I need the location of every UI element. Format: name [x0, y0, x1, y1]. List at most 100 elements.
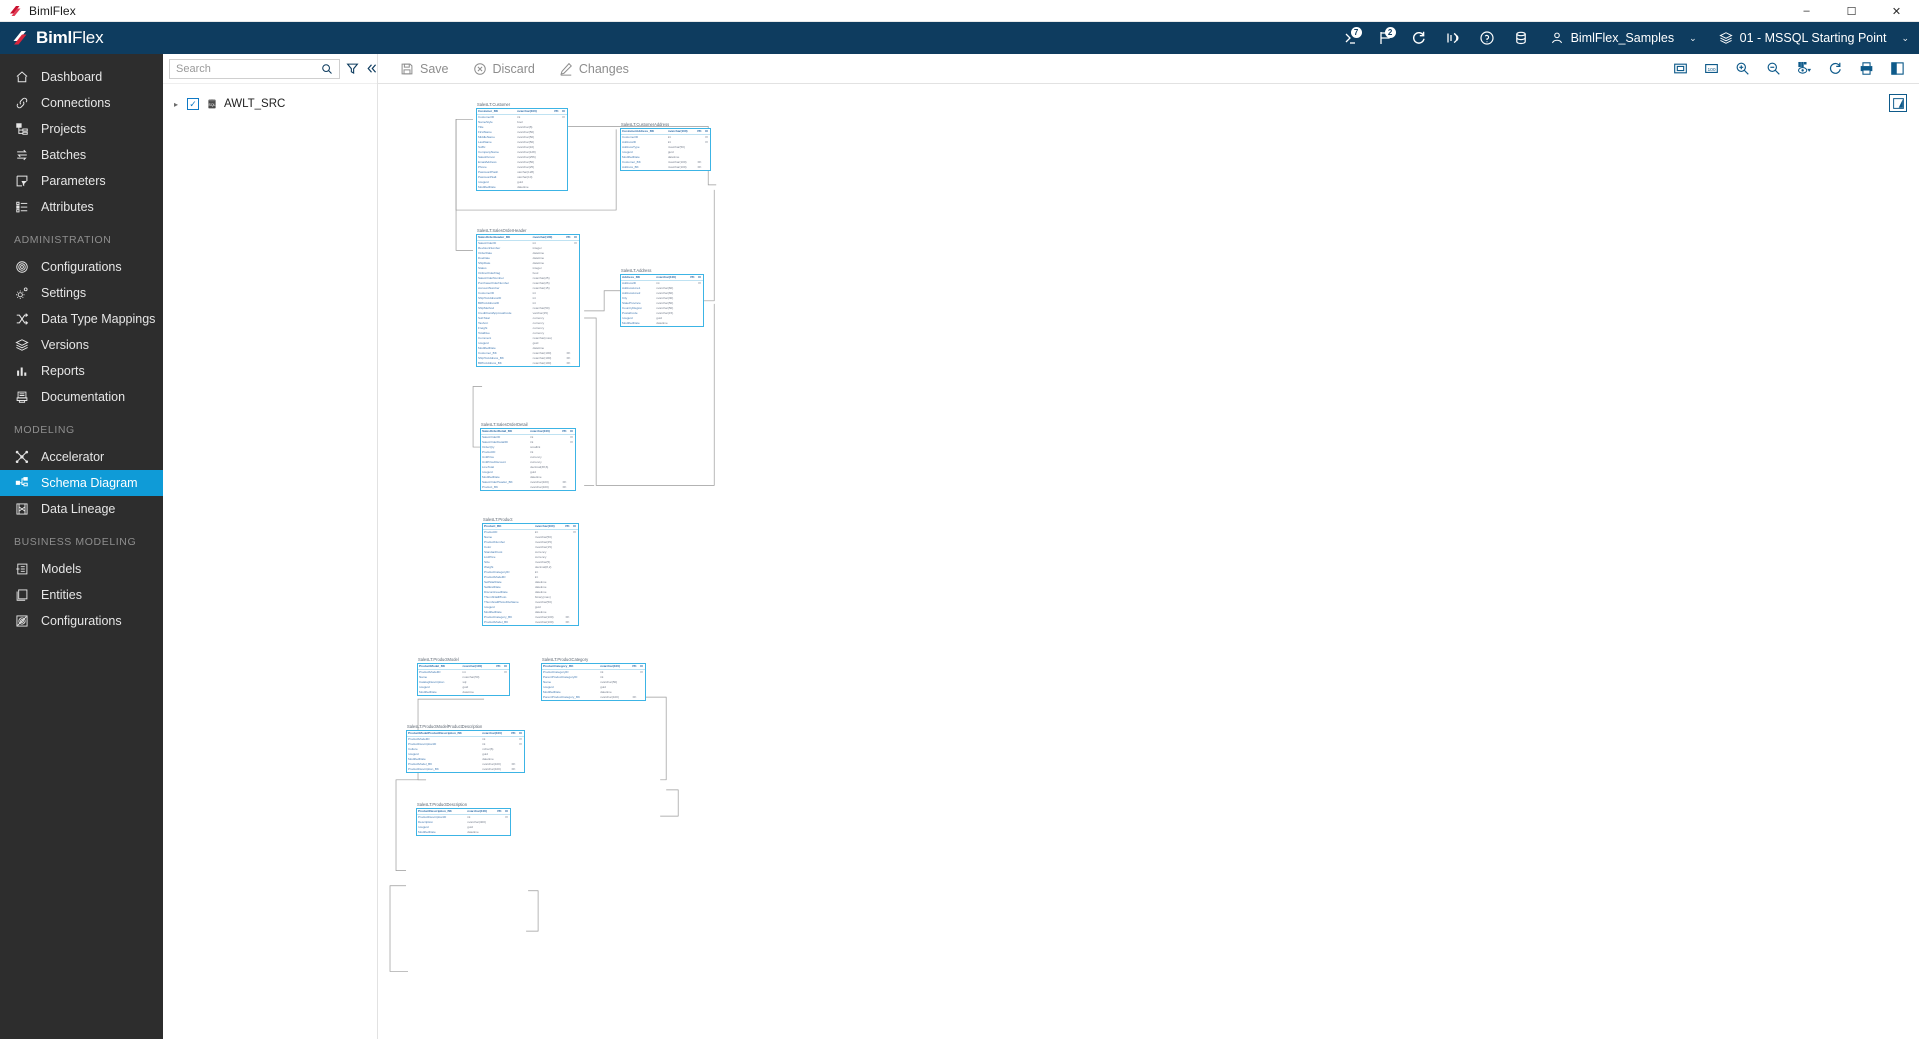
sidebar-item-dashboard[interactable]: Dashboard	[0, 64, 163, 90]
sidebar-item-data-type-mappings[interactable]: Data Type Mappings	[0, 306, 163, 332]
parameters-icon	[14, 174, 29, 189]
entity-box[interactable]: SalesOrderHeader_BK nvarchar(100) PK IX Sale…	[476, 234, 580, 367]
activity-icon[interactable]	[1436, 22, 1470, 54]
window-title-bar: BimlFlex – ☐ ✕	[0, 0, 1919, 22]
entity-box[interactable]: CustomerAddress_BK nvarchar(100) PK IX Custo…	[620, 128, 711, 171]
refresh-diagram-icon[interactable]	[1820, 56, 1851, 82]
app-logo-small-icon	[8, 4, 22, 18]
search-box[interactable]	[169, 58, 340, 79]
node-checkbox[interactable]: ✓	[187, 98, 199, 110]
batches-icon	[14, 148, 29, 163]
diagram-connectors	[389, 118, 717, 972]
minimize-button[interactable]: –	[1784, 0, 1829, 22]
column-type: nvarchar(100)	[530, 485, 549, 489]
database-icon[interactable]	[1504, 22, 1538, 54]
entity-box[interactable]: ProductDescription_BK nvarchar(100) PK IX Pr…	[416, 808, 511, 836]
column-type: nvarchar(100)	[534, 620, 554, 624]
display-options-icon[interactable]	[1789, 56, 1820, 82]
column-key	[496, 830, 503, 835]
entity-box[interactable]: Address_BK nvarchar(100) PK IX AddressID int I…	[620, 274, 704, 327]
discard-button[interactable]: Discard	[461, 56, 547, 82]
layers-icon	[14, 338, 29, 353]
changes-button[interactable]: Changes	[547, 56, 641, 82]
search-icon[interactable]	[318, 59, 335, 79]
explorer-tree: ▸ ✓ SQL AWLT_SRC	[163, 84, 377, 114]
zoom-in-icon[interactable]	[1727, 56, 1758, 82]
column-index	[560, 185, 567, 190]
column-index	[503, 830, 510, 835]
column-type: datetime	[517, 185, 529, 189]
zoom-out-icon[interactable]	[1758, 56, 1789, 82]
maximize-button[interactable]: ☐	[1829, 0, 1874, 22]
sidebar-item-data-lineage[interactable]: Data Lineage	[0, 496, 163, 522]
diagram-tools: 100	[1665, 56, 1919, 82]
sidebar-item-models[interactable]: Models	[0, 556, 163, 582]
sidebar-item-versions[interactable]: Versions	[0, 332, 163, 358]
collapse-all-icon[interactable]	[365, 59, 378, 79]
sidebar-item-bm-configurations[interactable]: Configurations	[0, 608, 163, 634]
column-key: FK	[511, 767, 516, 771]
sidebar-item-accelerator[interactable]: Accelerator	[0, 444, 163, 470]
sidebar-item-parameters[interactable]: Parameters	[0, 168, 163, 194]
svg-text:SQL: SQL	[208, 103, 215, 107]
entity-title: SalesLT.ProductCategory	[542, 657, 589, 662]
sidebar-item-label: Batches	[41, 148, 87, 162]
sidebar-item-label: Versions	[41, 338, 89, 352]
sidebar-item-settings[interactable]: Settings	[0, 280, 163, 306]
entity-box[interactable]: ProductModelProductDescription_BK nvarcha…	[406, 730, 525, 773]
column-name: ProductDescription_BK	[408, 767, 439, 771]
window-title: BimlFlex	[29, 3, 76, 18]
entity-box[interactable]: Product_BK nvarchar(100) PK IX ProductID int I…	[482, 523, 579, 626]
sidebar-item-batches[interactable]: Batches	[0, 142, 163, 168]
sidebar-item-label: Documentation	[41, 390, 126, 404]
tree-node-awlt-src[interactable]: ▸ ✓ SQL AWLT_SRC	[163, 94, 377, 114]
sidebar-item-attributes[interactable]: Attributes	[0, 194, 163, 220]
sidebar-item-configurations[interactable]: Configurations	[0, 254, 163, 280]
project-selector[interactable]: 01 - MSSQL Starting Point ⌄	[1707, 22, 1919, 54]
filter-icon[interactable]	[346, 59, 359, 79]
help-icon[interactable]	[1470, 22, 1504, 54]
sidebar-item-reports[interactable]: Reports	[0, 358, 163, 384]
sidebar-item-projects[interactable]: Projects	[0, 116, 163, 142]
sidebar-item-label: Accelerator	[41, 450, 105, 464]
sidebar-item-label: Reports	[41, 364, 85, 378]
diagram-canvas[interactable]: SalesLT.Customer Customer_BK nvarchar(100)…	[378, 84, 1919, 1039]
console-icon[interactable]: 7	[1334, 22, 1368, 54]
toggle-panel-icon[interactable]	[1882, 56, 1913, 82]
actual-size-icon[interactable]: 100	[1696, 56, 1727, 82]
sidebar-item-entities[interactable]: Entities	[0, 582, 163, 608]
sql-database-icon: SQL	[205, 98, 218, 111]
save-button[interactable]: Save	[388, 56, 461, 82]
fit-to-window-icon[interactable]	[1665, 56, 1696, 82]
flag-badge: 2	[1384, 27, 1396, 38]
documentation-icon	[14, 390, 29, 405]
sidebar-item-connections[interactable]: Connections	[0, 90, 163, 116]
close-button[interactable]: ✕	[1874, 0, 1919, 22]
entity-column-row: ProductModel_BK nvarchar(100) FK	[483, 620, 578, 625]
link-icon	[14, 96, 29, 111]
entity-box[interactable]: ProductCategory_BK nvarchar(100) PK IX Produ…	[541, 663, 646, 701]
sidebar-item-label: Configurations	[41, 614, 122, 628]
bm-configurations-icon	[14, 614, 29, 629]
data-lineage-icon	[14, 502, 29, 517]
column-type: datetime	[467, 830, 479, 834]
sidebar-item-schema-diagram[interactable]: Schema Diagram	[0, 470, 163, 496]
sidebar-item-label: Configurations	[41, 260, 122, 274]
schema-diagram-icon	[14, 476, 29, 491]
sidebar-item-documentation[interactable]: Documentation	[0, 384, 163, 410]
entity-title: SalesLT.Address	[621, 268, 652, 273]
print-icon[interactable]	[1851, 56, 1882, 82]
entity-box[interactable]: ProductModel_BK nvarchar(100) PK IX ProductM…	[417, 663, 510, 696]
refresh-icon[interactable]	[1402, 22, 1436, 54]
models-icon	[14, 562, 29, 577]
user-selector[interactable]: BimlFlex_Samples ⌄	[1538, 22, 1707, 54]
search-input[interactable]	[176, 62, 318, 75]
entity-column-row: BillToAddress_BK nvarchar(100) FK	[477, 361, 579, 366]
entity-box[interactable]: SalesOrderDetail_BK nvarchar(100) PK IX Sale…	[480, 428, 576, 491]
svg-text:100: 100	[1707, 67, 1715, 73]
flag-icon[interactable]: 2	[1368, 22, 1402, 54]
discard-icon	[473, 62, 486, 75]
column-name: ModifiedDate	[418, 830, 436, 834]
expander-icon[interactable]: ▸	[171, 100, 181, 109]
entity-box[interactable]: Customer_BK nvarchar(100) PK IX CustomerID in…	[476, 108, 568, 191]
